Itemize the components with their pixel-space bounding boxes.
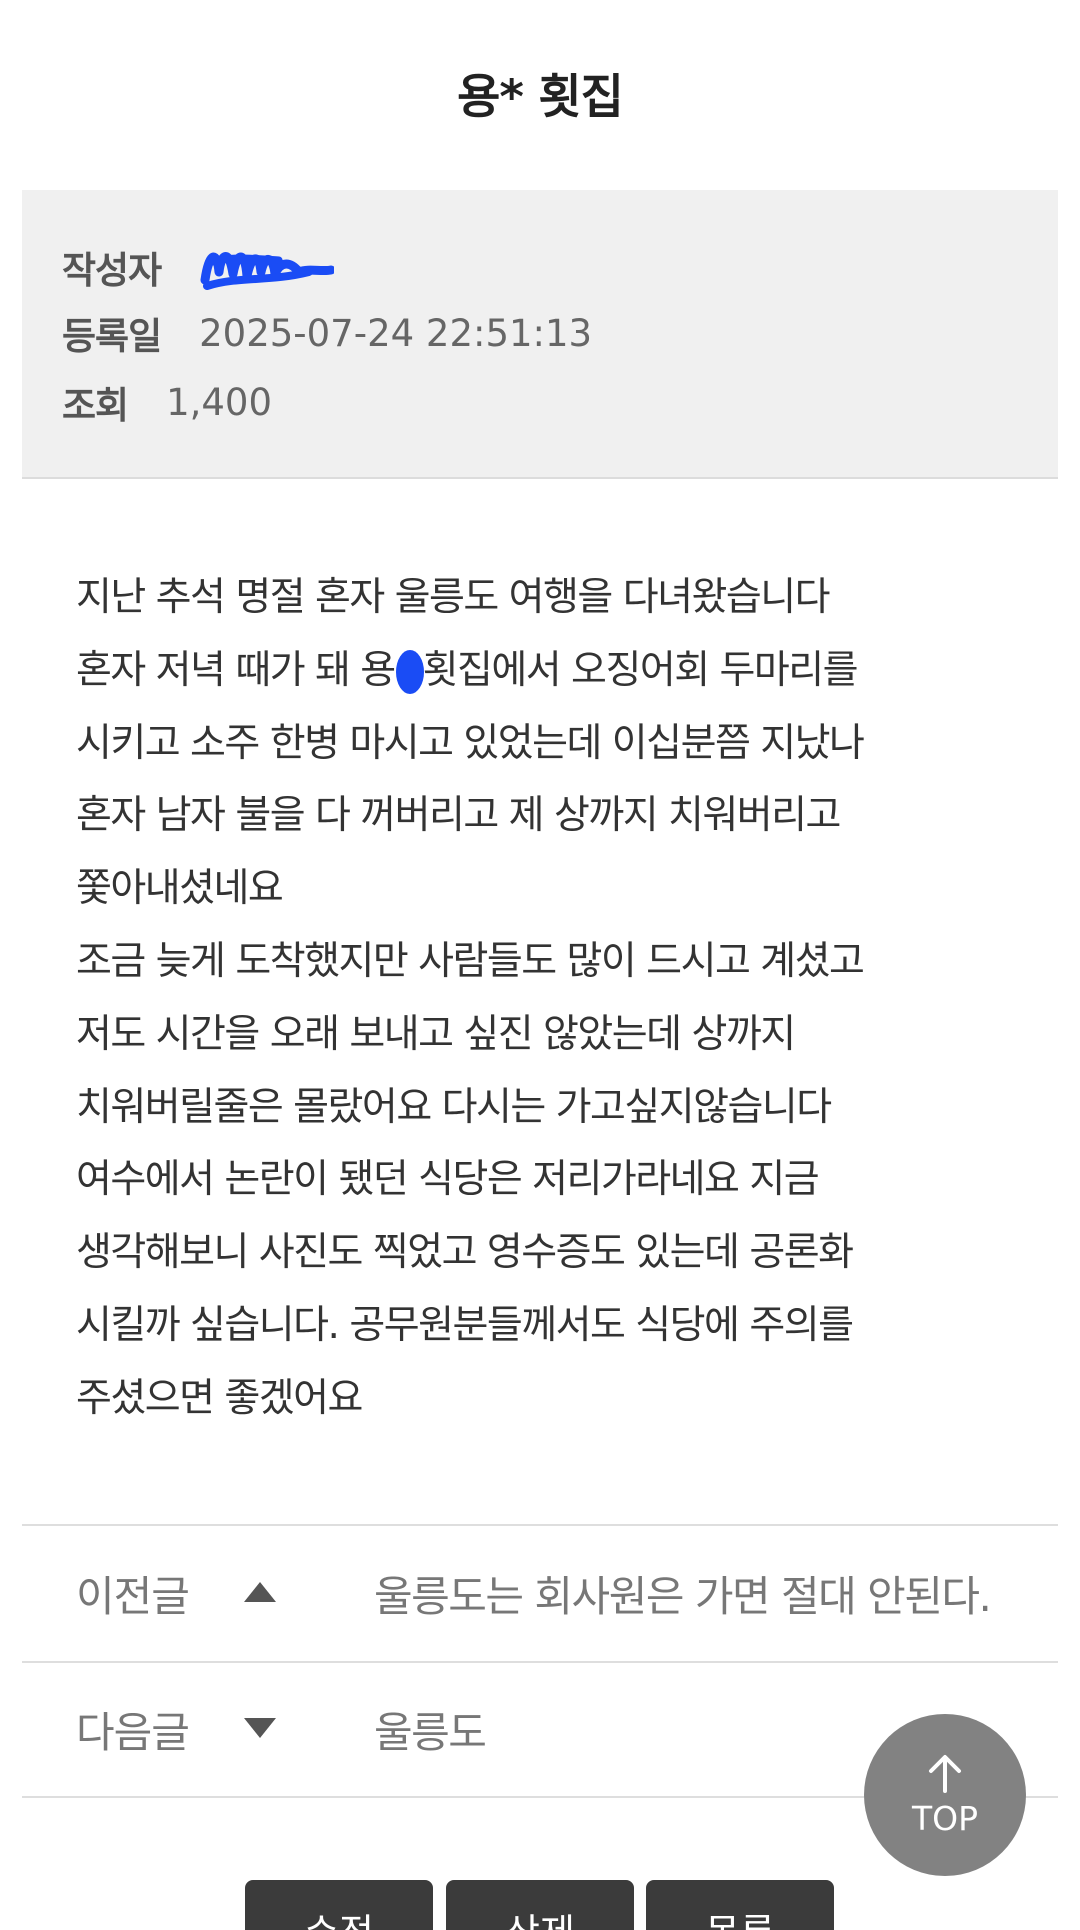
author-redaction-scribble bbox=[199, 242, 336, 292]
date-label: 등록일 bbox=[62, 315, 162, 358]
date-row: 등록일 2025-07-24 22:51:13 bbox=[62, 306, 592, 360]
prev-post-title[interactable]: 울릉도는 회사원은 가면 절대 안된다. bbox=[374, 1563, 992, 1624]
page-title: 용* 횟집 bbox=[457, 70, 624, 125]
body-line: 쫓아내셨네요 bbox=[76, 866, 284, 912]
date-value: 2025-07-24 22:51:13 bbox=[199, 311, 593, 355]
prev-post-label: 이전글 bbox=[76, 1572, 190, 1621]
post-meta-panel: 작성자 등록일 2025-07-24 22:51:13 조회 1,400 bbox=[22, 190, 1058, 479]
post-actions: 수정 삭제 목록 bbox=[0, 1880, 1080, 1930]
body-line: 조금 늦게 도착했지만 사람들도 많이 드시고 계셨고 bbox=[76, 938, 865, 984]
arrow-up-icon bbox=[927, 1753, 963, 1797]
body-line-part: 횟집에서 오징어회 두마리를 bbox=[422, 647, 859, 693]
post-body: 지난 추석 명절 혼자 울릉도 여행을 다녀왔습니다 혼자 저녁 때가 돼 용 횟… bbox=[76, 562, 1016, 1436]
body-line: 저도 시간을 오래 보내고 싶진 않았는데 상까지 bbox=[76, 1011, 796, 1057]
body-line: 시킬까 싶습니다. 공무원분들께서도 식당에 주의를 bbox=[76, 1302, 854, 1348]
body-line: 여수에서 논란이 됐던 식당은 저리가라네요 지금 bbox=[76, 1157, 820, 1203]
scroll-top-button[interactable]: TOP bbox=[864, 1714, 1026, 1876]
body-line: 지난 추석 명절 혼자 울릉도 여행을 다녀왔습니다 bbox=[76, 575, 830, 620]
body-line: 혼자 저녁 때가 돼 용 횟집에서 오징어회 두마리를 bbox=[76, 635, 1016, 708]
author-label: 작성자 bbox=[62, 249, 162, 292]
prev-post-link[interactable]: 이전글 울릉도는 회사원은 가면 절대 안된다. bbox=[22, 1524, 1058, 1661]
body-line: 생각해보니 사진도 찍었고 영수증도 있는데 공론화 bbox=[76, 1230, 854, 1276]
caret-up-icon bbox=[244, 1581, 276, 1606]
scroll-top-label: TOP bbox=[911, 1798, 979, 1838]
inline-redaction-mark bbox=[393, 643, 427, 701]
body-line: 시키고 소주 한병 마시고 있었는데 이십분쯤 지났나 bbox=[76, 720, 865, 766]
body-line: 주셨으면 좋겠어요 bbox=[76, 1375, 363, 1421]
body-line: 치워버릴줄은 몰랐어요 다시는 가고싶지않습니다 bbox=[76, 1084, 832, 1130]
views-label: 조회 bbox=[62, 384, 129, 427]
caret-down-icon bbox=[244, 1717, 276, 1742]
next-post-title[interactable]: 울릉도 bbox=[374, 1699, 487, 1760]
edit-button[interactable]: 수정 bbox=[245, 1880, 433, 1930]
delete-button[interactable]: 삭제 bbox=[446, 1880, 634, 1930]
post-detail-page: 용* 횟집 작성자 등록일 2025-07-24 22:51:13 조회 1,4… bbox=[0, 0, 1080, 1930]
views-value: 1,400 bbox=[166, 380, 273, 424]
next-post-label: 다음글 bbox=[76, 1708, 190, 1757]
author-row: 작성자 bbox=[62, 240, 336, 294]
views-row: 조회 1,400 bbox=[62, 375, 272, 429]
list-button[interactable]: 목록 bbox=[646, 1880, 834, 1930]
body-line: 혼자 남자 불을 다 꺼버리고 제 상까지 치워버리고 bbox=[76, 793, 841, 839]
body-line-part: 혼자 저녁 때가 돼 용 bbox=[76, 647, 396, 693]
